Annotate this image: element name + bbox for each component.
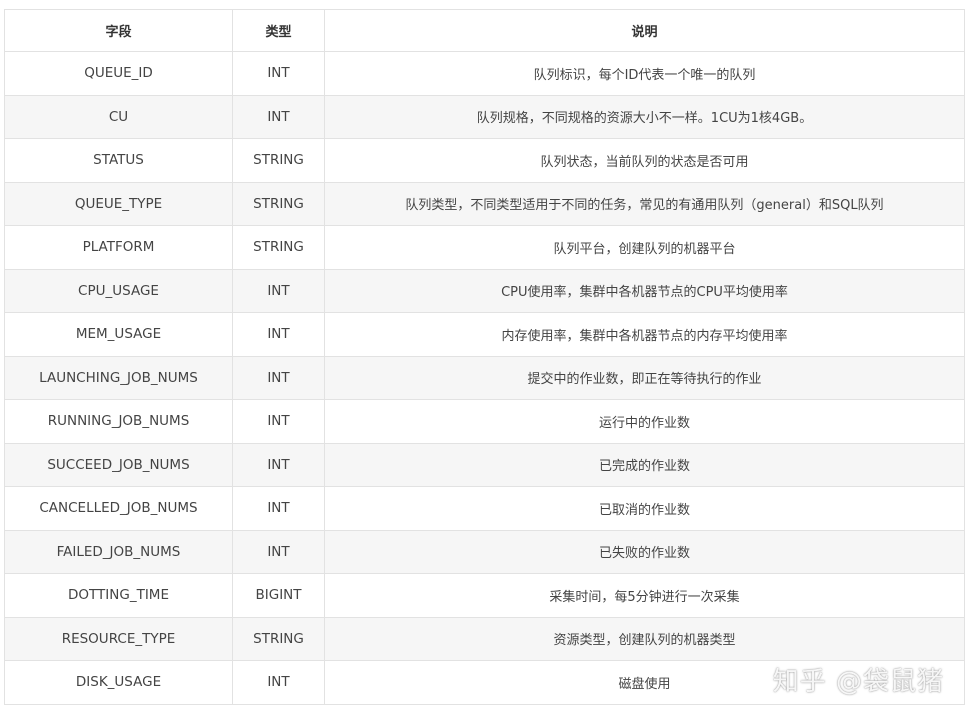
field-description-cell: 已失败的作业数: [324, 529, 965, 574]
table-row: LAUNCHING_JOB_NUMS INT 提交中的作业数，即正在等待执行的作…: [4, 355, 965, 400]
field-description-cell: 已完成的作业数: [324, 442, 965, 487]
field-description-cell: 资源类型，创建队列的机器类型: [324, 616, 965, 661]
field-type-cell: INT: [232, 268, 325, 313]
field-type-cell: STRING: [232, 616, 325, 661]
field-type-cell: INT: [232, 399, 325, 444]
table-row: CANCELLED_JOB_NUMS INT 已取消的作业数: [4, 486, 965, 531]
field-description-cell: 内存使用率，集群中各机器节点的内存平均使用率: [324, 312, 965, 357]
field-table-container: 字段 类型 说明 QUEUE_ID INT 队列标识，每个ID代表一个唯一的队列…: [4, 9, 965, 705]
header-type: 类型: [232, 9, 325, 52]
table-row: RUNNING_JOB_NUMS INT 运行中的作业数: [4, 399, 965, 444]
field-description-cell: 提交中的作业数，即正在等待执行的作业: [324, 355, 965, 400]
table-row: RESOURCE_TYPE STRING 资源类型，创建队列的机器类型: [4, 616, 965, 661]
header-description: 说明: [324, 9, 965, 52]
table-row: CPU_USAGE INT CPU使用率，集群中各机器节点的CPU平均使用率: [4, 268, 965, 313]
field-name-cell: DOTTING_TIME: [4, 573, 233, 618]
field-name-cell: MEM_USAGE: [4, 312, 233, 357]
field-type-cell: INT: [232, 312, 325, 357]
table-row: DOTTING_TIME BIGINT 采集时间，每5分钟进行一次采集: [4, 573, 965, 618]
field-description-cell: 磁盘使用: [324, 660, 965, 705]
field-name-cell: FAILED_JOB_NUMS: [4, 529, 233, 574]
field-type-cell: INT: [232, 529, 325, 574]
field-name-cell: QUEUE_TYPE: [4, 181, 233, 226]
field-name-cell: CANCELLED_JOB_NUMS: [4, 486, 233, 531]
field-name-cell: CPU_USAGE: [4, 268, 233, 313]
field-type-cell: INT: [232, 442, 325, 487]
table-row: QUEUE_ID INT 队列标识，每个ID代表一个唯一的队列: [4, 51, 965, 96]
table-row: CU INT 队列规格，不同规格的资源大小不一样。1CU为1核4GB。: [4, 94, 965, 139]
field-name-cell: STATUS: [4, 138, 233, 183]
table-row: DISK_USAGE INT 磁盘使用: [4, 660, 965, 705]
field-description-cell: 已取消的作业数: [324, 486, 965, 531]
field-name-cell: SUCCEED_JOB_NUMS: [4, 442, 233, 487]
header-field: 字段: [4, 9, 233, 52]
field-description-cell: CPU使用率，集群中各机器节点的CPU平均使用率: [324, 268, 965, 313]
field-type-cell: INT: [232, 660, 325, 705]
field-description-cell: 队列标识，每个ID代表一个唯一的队列: [324, 51, 965, 96]
field-name-cell: PLATFORM: [4, 225, 233, 270]
table-header-row: 字段 类型 说明: [4, 9, 965, 52]
table-row: QUEUE_TYPE STRING 队列类型，不同类型适用于不同的任务，常见的有…: [4, 181, 965, 226]
field-description-cell: 队列规格，不同规格的资源大小不一样。1CU为1核4GB。: [324, 94, 965, 139]
field-description-cell: 运行中的作业数: [324, 399, 965, 444]
table-row: STATUS STRING 队列状态，当前队列的状态是否可用: [4, 138, 965, 183]
table-row: SUCCEED_JOB_NUMS INT 已完成的作业数: [4, 442, 965, 487]
field-description-cell: 采集时间，每5分钟进行一次采集: [324, 573, 965, 618]
field-name-cell: RESOURCE_TYPE: [4, 616, 233, 661]
field-type-cell: BIGINT: [232, 573, 325, 618]
field-name-cell: RUNNING_JOB_NUMS: [4, 399, 233, 444]
table-row: FAILED_JOB_NUMS INT 已失败的作业数: [4, 529, 965, 574]
field-name-cell: CU: [4, 94, 233, 139]
table-row: MEM_USAGE INT 内存使用率，集群中各机器节点的内存平均使用率: [4, 312, 965, 357]
field-description-cell: 队列状态，当前队列的状态是否可用: [324, 138, 965, 183]
field-type-cell: INT: [232, 94, 325, 139]
field-type-cell: STRING: [232, 181, 325, 226]
field-name-cell: LAUNCHING_JOB_NUMS: [4, 355, 233, 400]
field-description-cell: 队列类型，不同类型适用于不同的任务，常见的有通用队列（general）和SQL队…: [324, 181, 965, 226]
field-type-cell: STRING: [232, 138, 325, 183]
field-type-cell: INT: [232, 51, 325, 96]
field-type-cell: STRING: [232, 225, 325, 270]
field-name-cell: QUEUE_ID: [4, 51, 233, 96]
field-type-cell: INT: [232, 355, 325, 400]
table-row: PLATFORM STRING 队列平台，创建队列的机器平台: [4, 225, 965, 270]
field-description-cell: 队列平台，创建队列的机器平台: [324, 225, 965, 270]
field-table: 字段 类型 说明 QUEUE_ID INT 队列标识，每个ID代表一个唯一的队列…: [4, 9, 965, 705]
field-type-cell: INT: [232, 486, 325, 531]
field-name-cell: DISK_USAGE: [4, 660, 233, 705]
